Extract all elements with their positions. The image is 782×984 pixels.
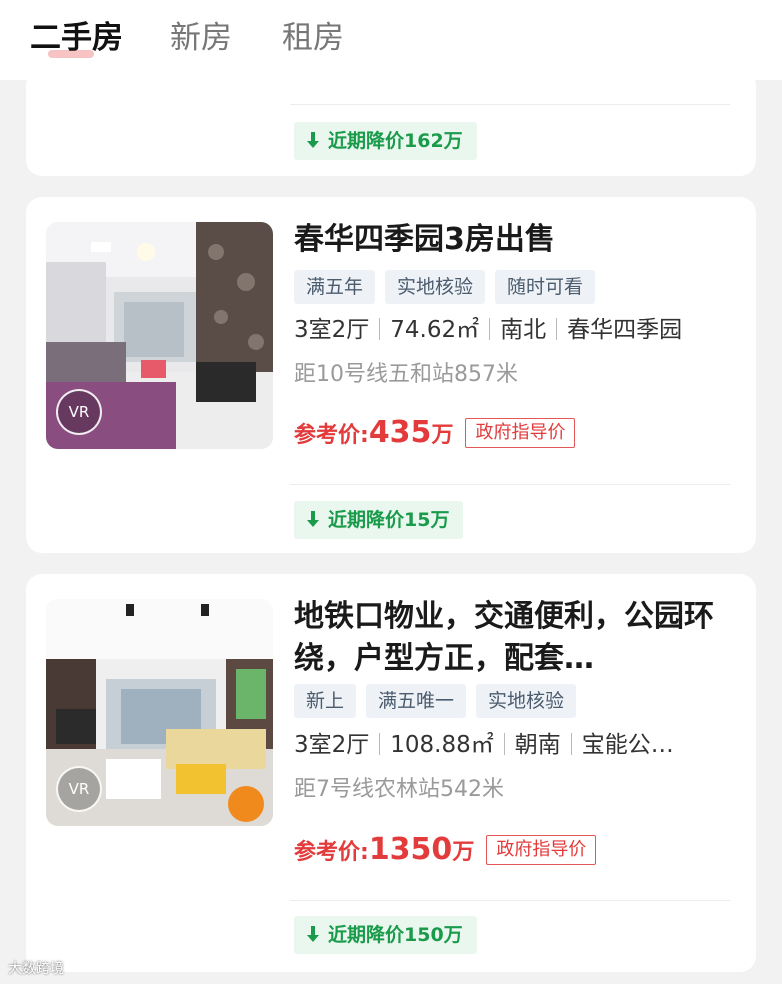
tag: 实地核验: [385, 270, 486, 304]
layout: 3室2厅: [294, 317, 370, 343]
listing-title[interactable]: 春华四季园3房出售: [294, 219, 734, 261]
area: 74.62㎡: [390, 317, 480, 343]
community: 春华四季园: [567, 317, 683, 343]
listing-tags: 满五年 实地核验 随时可看: [294, 270, 596, 304]
arrow-down-icon: [307, 510, 319, 527]
price-unit: 万: [452, 840, 475, 865]
listing-title[interactable]: 地铁口物业，交通便利，公园环绕，户型方正，配套…: [294, 596, 734, 680]
subway-distance: 距10号线五和站857米: [294, 362, 518, 387]
price-drop-badge: 近期降价15万: [294, 501, 464, 539]
price-row: 参考价:435万 政府指导价: [294, 415, 576, 455]
price-drop-text: 近期降价150万: [328, 924, 463, 946]
listing-card[interactable]: VR 地铁口物业，交通便利，公园环绕，户型方正，配套… 新上 满五唯一 实地核验…: [26, 574, 756, 972]
gov-price-badge: 政府指导价: [465, 418, 576, 448]
card-divider: [290, 484, 730, 485]
price-value: 435: [368, 415, 432, 450]
price-row: 参考价:1350万 政府指导价: [294, 832, 597, 872]
listing-tags: 新上 满五唯一 实地核验: [294, 684, 577, 718]
vr-tour-badge[interactable]: VR: [56, 389, 102, 435]
card-divider: [290, 900, 730, 901]
watermark: 大数跨境: [8, 961, 64, 977]
layout: 3室2厅: [294, 732, 370, 758]
community: 宝能公…: [581, 732, 674, 758]
tab-new-homes[interactable]: 新房: [170, 18, 232, 58]
arrow-down-icon: [307, 925, 319, 942]
tag: 满五唯一: [366, 684, 467, 718]
orientation: 南北: [500, 317, 547, 343]
tab-second-hand[interactable]: 二手房: [30, 18, 123, 58]
vr-tour-badge[interactable]: VR: [56, 766, 102, 812]
price-drop-text: 近期降价162万: [328, 130, 463, 152]
price-unit: 万: [431, 423, 454, 448]
listing-specs: 3室2厅 108.88㎡ 朝南 宝能公…: [294, 728, 744, 762]
listing-photo[interactable]: VR: [46, 599, 273, 826]
listing-specs: 3室2厅 74.62㎡ 南北 春华四季园: [294, 313, 744, 347]
listing-card[interactable]: VR 春华四季园3房出售 满五年 实地核验 随时可看 3室2厅 74.62㎡ 南北春…: [26, 197, 756, 553]
gov-price-badge: 政府指导价: [486, 835, 597, 865]
tag: 满五年: [294, 270, 376, 304]
tag: 随时可看: [495, 270, 596, 304]
tab-rentals[interactable]: 租房: [282, 18, 344, 58]
subway-distance: 距7号线农林站542米: [294, 777, 504, 802]
price-drop-text: 近期降价15万: [328, 509, 450, 531]
tag: 新上: [294, 684, 357, 718]
arrow-down-icon: [307, 131, 319, 148]
card-divider: [290, 104, 730, 105]
tag: 实地核验: [476, 684, 577, 718]
listing-type-tabs: 二手房 新房 租房: [0, 0, 782, 80]
listing-photo[interactable]: VR: [46, 222, 273, 449]
price-label: 参考价:: [294, 423, 369, 448]
orientation: 朝南: [514, 732, 561, 758]
price-label: 参考价:: [294, 840, 369, 865]
price-drop-badge: 近期降价162万: [294, 122, 477, 160]
price-drop-badge: 近期降价150万: [294, 916, 477, 954]
price-value: 1350: [368, 832, 453, 867]
area: 108.88㎡: [390, 732, 494, 758]
listing-card[interactable]: 近期降价162万: [26, 70, 756, 176]
